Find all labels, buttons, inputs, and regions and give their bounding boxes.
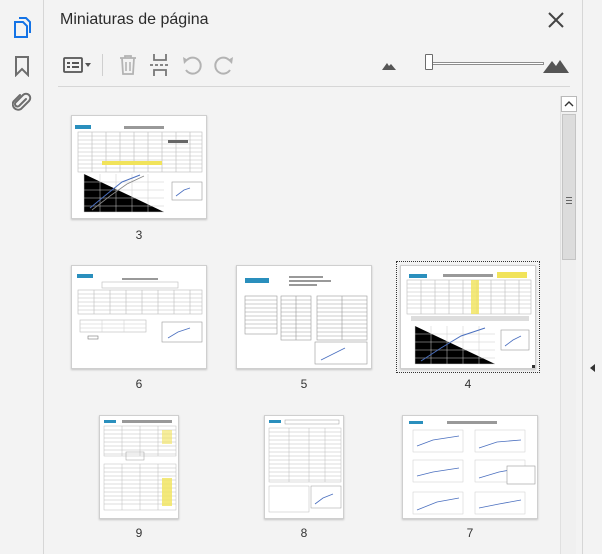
chevron-up-icon xyxy=(564,101,574,107)
options-menu-icon xyxy=(63,57,91,73)
large-mountain-icon xyxy=(543,60,569,73)
page-preview xyxy=(268,419,342,513)
close-icon xyxy=(548,12,564,28)
thumbnails-toolbar xyxy=(58,50,570,80)
insert-pages-button[interactable] xyxy=(146,50,174,80)
rotate-clockwise-button[interactable] xyxy=(210,50,238,80)
zoom-in-thumbnails-button[interactable] xyxy=(542,50,570,80)
thumbnail-size-slider-handle[interactable] xyxy=(425,54,433,70)
page-number-label: 7 xyxy=(466,526,474,540)
thumbnail-size-slider-track[interactable] xyxy=(428,62,544,65)
rotate-counterclockwise-icon xyxy=(183,56,202,75)
toolbar-divider xyxy=(58,86,570,87)
page-preview xyxy=(103,420,177,511)
rail-page-thumbnails-button[interactable] xyxy=(8,14,36,42)
rotate-counterclockwise-button[interactable] xyxy=(178,50,206,80)
page-preview xyxy=(77,274,203,343)
grip-icon xyxy=(566,197,572,204)
scroll-up-button[interactable] xyxy=(561,96,577,112)
options-menu-button[interactable] xyxy=(60,50,96,80)
thumbnails-grid: 3 6 5 4 9 8 7 xyxy=(58,96,546,554)
page-number-label: 8 xyxy=(300,526,308,540)
page-number-label: 9 xyxy=(135,526,143,540)
navigation-rail xyxy=(0,0,44,554)
rotate-clockwise-icon xyxy=(214,56,233,75)
page-thumbnail-7[interactable] xyxy=(402,415,538,519)
paperclip-icon xyxy=(12,92,32,111)
trash-icon xyxy=(120,55,136,75)
vertical-scrollbar[interactable] xyxy=(560,96,577,554)
pane-splitter[interactable] xyxy=(582,0,602,554)
page-number-label: 4 xyxy=(464,377,472,391)
panel-title: Miniaturas de página xyxy=(60,11,209,28)
scrollbar-thumb[interactable] xyxy=(562,114,576,260)
page-number-label: 3 xyxy=(135,228,143,242)
page-thumbnail-9[interactable] xyxy=(99,415,179,519)
collapse-pane-button[interactable] xyxy=(587,358,599,378)
toolbar-separator xyxy=(102,54,103,76)
insert-pages-icon xyxy=(150,54,170,76)
triangle-left-icon xyxy=(590,364,595,372)
rail-attachments-button[interactable] xyxy=(8,88,36,116)
rail-bookmarks-button[interactable] xyxy=(8,52,36,80)
small-mountain-icon xyxy=(382,63,396,70)
page-thumbnail-3[interactable] xyxy=(71,115,207,219)
page-thumbnail-4[interactable] xyxy=(396,261,540,373)
page-number-label: 6 xyxy=(135,377,143,391)
page-preview xyxy=(244,276,368,365)
page-thumbnail-5[interactable] xyxy=(236,265,372,369)
page-thumbnails-window: Miniaturas de página 3 6 5 4 9 8 7 xyxy=(0,0,602,554)
page-number-label: 5 xyxy=(300,377,308,391)
page-preview xyxy=(406,272,532,365)
pages-icon xyxy=(14,17,31,38)
page-thumbnail-8[interactable] xyxy=(264,415,344,519)
close-button[interactable] xyxy=(544,8,568,32)
page-thumbnail-6[interactable] xyxy=(71,265,207,369)
delete-pages-button[interactable] xyxy=(114,50,142,80)
selection-marker xyxy=(532,365,535,368)
bookmark-icon xyxy=(15,56,29,77)
page-preview xyxy=(75,125,203,213)
page-preview xyxy=(409,421,536,515)
thumbnails-panel: Miniaturas de página 3 6 5 4 9 8 7 xyxy=(44,0,582,554)
zoom-out-thumbnails-button[interactable] xyxy=(378,50,400,80)
